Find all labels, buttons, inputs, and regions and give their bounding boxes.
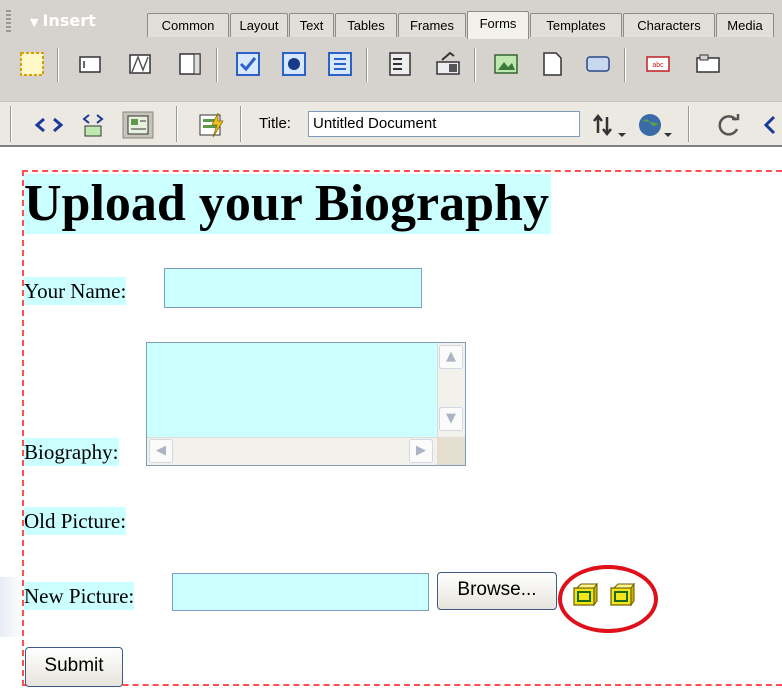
toolbar-separator bbox=[688, 106, 690, 142]
insert-panel-title[interactable]: ▼ Insert bbox=[30, 10, 114, 32]
tab-tables[interactable]: Tables bbox=[335, 13, 397, 37]
biography-label: Biography: bbox=[24, 438, 119, 466]
new-picture-label: New Picture: bbox=[24, 582, 135, 610]
biography-textarea[interactable]: ▲ ▼ ◀ ▶ bbox=[146, 342, 466, 466]
name-field[interactable] bbox=[164, 268, 422, 308]
live-data-icon[interactable] bbox=[196, 111, 226, 139]
fieldset-icon[interactable] bbox=[694, 50, 722, 78]
toolbar-separator bbox=[474, 48, 476, 82]
preview-browser-icon[interactable] bbox=[636, 111, 676, 139]
scroll-down-icon[interactable]: ▼ bbox=[439, 407, 463, 431]
file-field-icon[interactable] bbox=[538, 50, 566, 78]
tab-forms[interactable]: Forms bbox=[467, 11, 529, 39]
horizontal-scrollbar[interactable]: ◀ ▶ bbox=[147, 437, 437, 465]
document-toolbar: Title: Untitled Document bbox=[0, 101, 782, 147]
radio-button-icon[interactable] bbox=[280, 50, 308, 78]
insert-panel-header: ▼ Insert Common Layout Text Tables Frames… bbox=[0, 0, 782, 40]
insert-panel: ▼ Insert Common Layout Text Tables Frames… bbox=[0, 0, 782, 101]
toolbar-separator bbox=[57, 48, 59, 82]
your-name-label: Your Name: bbox=[24, 277, 127, 305]
new-picture-file-field[interactable] bbox=[172, 573, 429, 611]
tab-common[interactable]: Common bbox=[147, 13, 229, 37]
collapse-triangle-icon: ▼ bbox=[30, 16, 39, 29]
image-field-icon[interactable] bbox=[492, 50, 520, 78]
tab-characters[interactable]: Characters bbox=[623, 13, 715, 37]
textarea-icon[interactable] bbox=[176, 50, 204, 78]
document-title-input[interactable]: Untitled Document bbox=[308, 111, 580, 137]
tab-frames[interactable]: Frames bbox=[398, 13, 466, 37]
toolbar-separator bbox=[10, 106, 12, 142]
jump-menu-icon[interactable] bbox=[434, 50, 462, 78]
text-field-icon[interactable] bbox=[76, 50, 104, 78]
list-menu-icon[interactable] bbox=[386, 50, 414, 78]
submit-button[interactable]: Submit bbox=[25, 647, 123, 687]
scroll-up-icon[interactable]: ▲ bbox=[439, 345, 463, 369]
scroll-left-icon[interactable]: ◀ bbox=[149, 439, 173, 463]
checkbox-icon[interactable] bbox=[234, 50, 262, 78]
tab-media[interactable]: Media bbox=[716, 13, 774, 37]
toolbar-separator bbox=[366, 48, 368, 82]
browse-button-label: Browse... bbox=[457, 579, 537, 600]
hidden-field-icon[interactable] bbox=[126, 50, 154, 78]
file-management-icon[interactable] bbox=[590, 111, 630, 139]
browse-button[interactable]: Browse... bbox=[437, 572, 557, 610]
toolbar-separator bbox=[624, 48, 626, 82]
tab-templates[interactable]: Templates bbox=[530, 13, 622, 37]
refresh-icon[interactable] bbox=[714, 111, 744, 139]
annotation-circle bbox=[558, 565, 658, 633]
window-edge-shadow bbox=[0, 577, 24, 637]
view-options-icon[interactable] bbox=[760, 111, 782, 139]
scroll-right-icon[interactable]: ▶ bbox=[409, 439, 433, 463]
toolbar-separator bbox=[176, 106, 178, 142]
radio-group-icon[interactable] bbox=[326, 50, 354, 78]
title-label: Title: bbox=[259, 115, 291, 132]
svg-text:abc: abc bbox=[652, 62, 664, 69]
submit-button-label: Submit bbox=[44, 655, 104, 676]
design-view-icon[interactable] bbox=[122, 111, 154, 139]
code-view-icon[interactable] bbox=[34, 111, 64, 139]
tab-text[interactable]: Text bbox=[289, 13, 334, 37]
page-heading[interactable]: Upload your Biography bbox=[24, 174, 551, 234]
form-icon[interactable] bbox=[18, 50, 46, 78]
panel-grip-handle[interactable] bbox=[6, 10, 11, 32]
design-view: Upload your Biography Your Name: Biograp… bbox=[0, 147, 782, 693]
label-icon[interactable]: abc bbox=[644, 50, 672, 78]
split-view-icon[interactable] bbox=[78, 111, 108, 139]
button-icon[interactable] bbox=[584, 50, 612, 78]
tab-layout[interactable]: Layout bbox=[230, 13, 288, 37]
toolbar-separator bbox=[240, 106, 242, 142]
old-picture-label: Old Picture: bbox=[24, 507, 127, 535]
vertical-scrollbar[interactable]: ▲ ▼ bbox=[437, 343, 465, 437]
scrollbar-corner bbox=[437, 437, 465, 465]
toolbar-separator bbox=[216, 48, 218, 82]
